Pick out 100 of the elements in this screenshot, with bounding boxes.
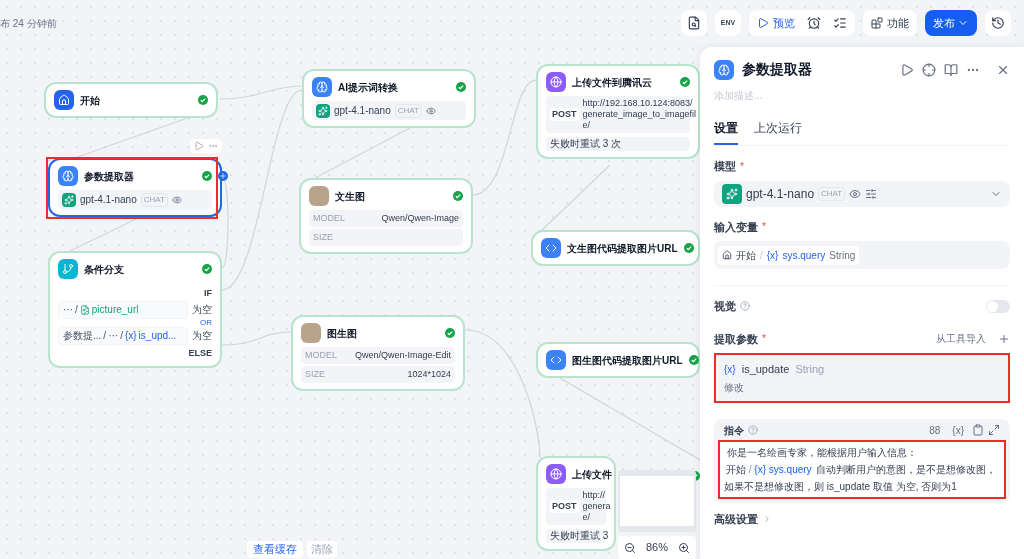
workflow-node[interactable]: 上传文件到腾讯云 POST http://192.168.10.124:8083/ generate_image_to_imagefil e/ 失败时重试 3 次 bbox=[536, 64, 700, 159]
field-label: 指令 bbox=[724, 423, 744, 438]
home-icon bbox=[722, 250, 732, 260]
workflow-node[interactable]: 条件分支 IF ··· / picture_url 为空 OR 参数提... / ··· / {x} is_upd... 为空 ELSE bbox=[48, 251, 222, 368]
required-mark: * bbox=[762, 332, 766, 347]
file-icon bbox=[79, 304, 90, 315]
advanced-settings-toggle[interactable]: 高级设置 bbox=[714, 510, 758, 527]
workflow-node[interactable]: 开始 bbox=[44, 82, 218, 118]
variable-name: sys.query bbox=[782, 248, 826, 263]
model-name: gpt-4.1-nano bbox=[334, 104, 391, 118]
field-label: 输入变量 bbox=[714, 219, 758, 235]
condition-chip[interactable]: 参数提... / ··· / {x} is_upd... bbox=[58, 326, 188, 345]
publish-button[interactable]: 发布 bbox=[925, 10, 977, 36]
param-label: SIZE bbox=[305, 367, 325, 381]
panel-tab[interactable]: 上次运行 bbox=[754, 119, 802, 145]
features-button[interactable]: 功能 bbox=[863, 10, 917, 36]
success-icon bbox=[445, 328, 455, 338]
brain-icon bbox=[312, 77, 332, 97]
publish-status: 布 24 分钟前 bbox=[0, 17, 57, 31]
required-mark: * bbox=[762, 220, 766, 235]
path-text: / bbox=[75, 303, 78, 317]
add-node-icon[interactable] bbox=[218, 171, 228, 181]
image-thumbnail bbox=[301, 323, 321, 343]
import-from-tool-link[interactable]: 从工具导入 bbox=[936, 331, 986, 347]
variable-text: picture_url bbox=[91, 303, 139, 317]
globe-icon bbox=[546, 464, 566, 484]
workflow-node[interactable]: 文生图代码提取图片URL bbox=[531, 230, 700, 266]
file-search-icon bbox=[687, 16, 701, 30]
workflow-node[interactable]: AI提示词转换 gpt-4.1-nano CHAT bbox=[302, 69, 476, 128]
globe-icon bbox=[546, 72, 566, 92]
param-item[interactable]: {x} is_update String 修改 bbox=[714, 353, 1010, 403]
param-value: Qwen/Qwen-Image bbox=[381, 211, 459, 225]
node-name: 开始 bbox=[736, 248, 756, 263]
clipboard-icon[interactable] bbox=[972, 424, 984, 436]
checklist-icon[interactable] bbox=[833, 16, 847, 30]
workflow-node[interactable]: 文生图 MODEL Qwen/Qwen-Image SIZE bbox=[299, 178, 473, 254]
clock-icon[interactable] bbox=[807, 16, 821, 30]
model-chip[interactable]: gpt-4.1-nano CHAT bbox=[312, 101, 466, 120]
variable-icon: {x} bbox=[766, 247, 779, 263]
insert-variable-icon[interactable]: {x} bbox=[952, 422, 964, 438]
node-title: 图生图代码提取图片URL bbox=[572, 353, 683, 368]
success-icon bbox=[456, 82, 466, 92]
workflow-node[interactable]: 图生图代码提取图片URL bbox=[536, 342, 700, 378]
workflow-node[interactable]: 上传文件 POST http:// genera e/ 失败时重试 3 bbox=[536, 456, 616, 551]
play-icon bbox=[757, 17, 769, 29]
path-text: ··· bbox=[63, 303, 73, 317]
zoom-in-icon[interactable] bbox=[678, 541, 690, 554]
history-button[interactable] bbox=[985, 10, 1011, 36]
sliders-icon[interactable] bbox=[865, 187, 878, 200]
image-thumbnail bbox=[309, 186, 329, 206]
mode-tag: CHAT bbox=[140, 192, 168, 207]
field-label: 视觉 bbox=[714, 299, 736, 314]
vision-toggle[interactable] bbox=[986, 299, 1010, 313]
book-icon[interactable] bbox=[944, 62, 958, 77]
model-select[interactable]: gpt-4.1-nano CHAT bbox=[714, 180, 1010, 207]
success-icon bbox=[453, 191, 463, 201]
crosshair-icon[interactable] bbox=[922, 62, 936, 77]
success-icon bbox=[202, 171, 212, 181]
eye-icon bbox=[171, 194, 182, 205]
field-label: 模型 bbox=[714, 159, 736, 174]
variable-icon: {x} bbox=[124, 328, 137, 343]
zoom-level: 86% bbox=[646, 540, 668, 556]
add-icon[interactable] bbox=[998, 332, 1010, 345]
retry-text: 失败时重试 3 bbox=[546, 529, 606, 543]
model-logo-icon bbox=[722, 183, 742, 204]
node-title: AI提示词转换 bbox=[338, 80, 399, 95]
zoom-out-icon[interactable] bbox=[624, 541, 636, 554]
condition-chip[interactable]: ··· / picture_url bbox=[58, 300, 188, 319]
workflow-node[interactable]: 图生图 MODEL Qwen/Qwen-Image-Edit SIZE 1024*1024 bbox=[291, 315, 465, 391]
expand-icon[interactable] bbox=[988, 424, 1000, 436]
node-title: 条件分支 bbox=[84, 262, 125, 277]
method-tag: POST bbox=[550, 107, 579, 122]
input-variable-field[interactable]: 开始 / {x} sys.query String bbox=[714, 241, 1010, 269]
history-icon bbox=[991, 16, 1005, 30]
help-icon bbox=[748, 425, 758, 435]
field-label: 提取参数 bbox=[714, 331, 758, 347]
model-chip[interactable]: gpt-4.1-nano CHAT bbox=[58, 190, 212, 209]
model-logo-icon bbox=[316, 103, 330, 118]
instruction-field[interactable]: 你是一名绘画专家，能根据用户输入信息： 开始 / {x} sys.query 自动判断用户的意图，是不是想修改图，如果不是想修改图，则 is_update 取值 为空, 否则为1 bbox=[718, 439, 1006, 499]
success-icon bbox=[683, 243, 694, 253]
or-label: OR bbox=[200, 318, 212, 327]
param-label: MODEL bbox=[305, 348, 337, 362]
model-logo-icon bbox=[62, 192, 76, 207]
node-title: 图生图 bbox=[327, 326, 358, 341]
success-icon bbox=[680, 77, 690, 87]
path-text: / bbox=[103, 329, 107, 343]
view-cache-button[interactable]: 查看缓存 bbox=[247, 541, 303, 558]
node-title: 上传文件 bbox=[572, 467, 612, 482]
panel-tab[interactable]: 设置 bbox=[714, 119, 738, 145]
variable-text: is_upd... bbox=[138, 329, 177, 343]
node-title: 开始 bbox=[80, 93, 101, 108]
workflow-node[interactable]: 参数提取器 gpt-4.1-nano CHAT bbox=[48, 158, 222, 217]
success-icon bbox=[198, 95, 208, 105]
variable-icon: {x} bbox=[724, 361, 736, 377]
preview-button[interactable]: 预览 bbox=[757, 14, 795, 32]
run-icon[interactable] bbox=[900, 62, 914, 77]
variable-inspect-button[interactable] bbox=[681, 10, 707, 36]
else-label: ELSE bbox=[188, 346, 212, 360]
panel-title: 参数提取器 bbox=[742, 60, 813, 79]
model-name: gpt-4.1-nano bbox=[80, 193, 137, 207]
